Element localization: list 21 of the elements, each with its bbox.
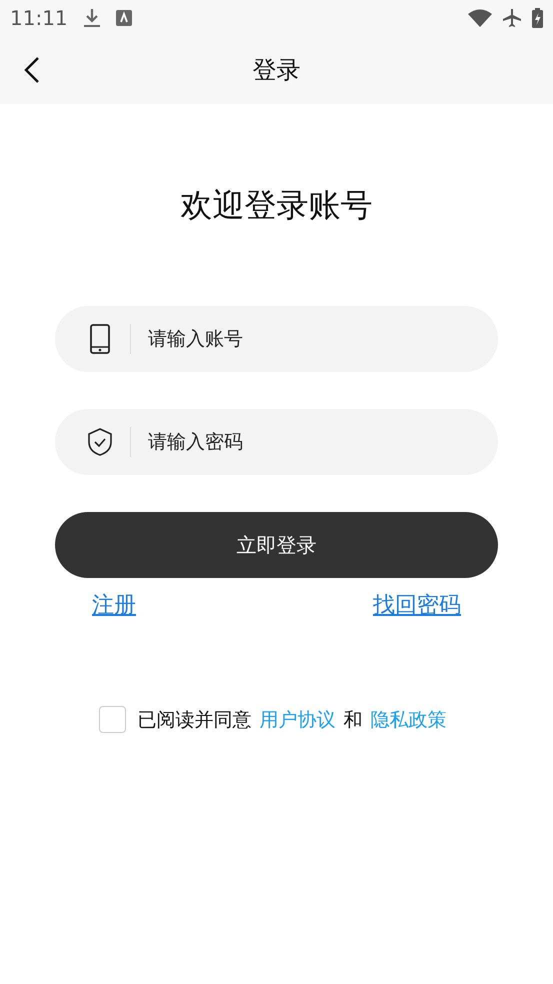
agreement-checkbox[interactable] xyxy=(98,706,126,733)
agreement-text: 已阅读并同意 xyxy=(138,708,252,732)
text-input[interactable]: 请输入账号 xyxy=(146,327,498,351)
wifi-icon xyxy=(468,9,492,27)
link[interactable]: 注册 xyxy=(92,590,136,620)
page-title: 登录 xyxy=(252,56,300,84)
app-icon xyxy=(116,10,132,26)
conjunction-text: 和 xyxy=(344,708,362,732)
terms-link[interactable]: 用户协议 xyxy=(260,706,336,732)
link[interactable]: 找回密码 xyxy=(373,590,461,620)
input-field[interactable]: 请输入密码 xyxy=(55,409,498,475)
login-button[interactable]: 立即登录 xyxy=(55,512,498,578)
download-icon xyxy=(84,8,100,28)
input-field[interactable]: 请输入账号 xyxy=(55,306,498,372)
privacy-link[interactable]: 隐私政策 xyxy=(370,706,446,732)
shield-icon xyxy=(86,427,114,457)
welcome-heading: 欢迎登录账号 xyxy=(180,185,372,226)
battery-charging-icon xyxy=(532,8,543,28)
status-time: 11:11 xyxy=(10,6,68,30)
airplane-icon xyxy=(502,8,522,28)
text-input[interactable]: 请输入密码 xyxy=(146,430,498,454)
